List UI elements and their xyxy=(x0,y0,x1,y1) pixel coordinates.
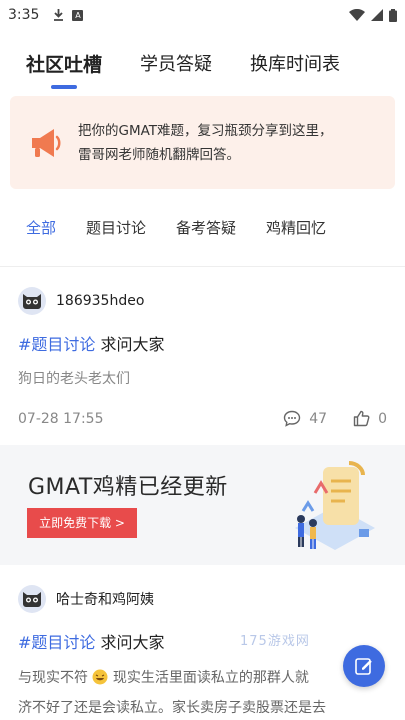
post-body-text: 现实生活里面读私立的那群人就 xyxy=(112,670,309,686)
edit-icon xyxy=(355,658,372,675)
battery-icon xyxy=(389,8,397,22)
post-title[interactable]: #题目讨论 求问大家 xyxy=(18,331,387,355)
comment-stat[interactable]: 47 xyxy=(283,410,327,427)
thumbs-up-icon xyxy=(353,410,370,427)
post-tag[interactable]: #题目讨论 xyxy=(18,633,95,652)
wifi-icon xyxy=(349,9,365,21)
post-title[interactable]: #题目讨论 求问大家 xyxy=(18,629,387,653)
free-download-button[interactable]: 立即免费下载 > xyxy=(27,508,137,538)
tab-schedule[interactable]: 换库时间表 xyxy=(250,50,340,76)
status-bar: 3:35 A xyxy=(0,0,405,30)
status-time: 3:35 xyxy=(8,7,40,23)
post-body: 与现实不符 现实生活里面读私立的那群人就 济不好了还是会读私立。家长卖房子卖股票… xyxy=(18,663,387,720)
notification-a-icon: A xyxy=(72,9,84,21)
notice-line-2: 雷哥网老师随机翻牌回答。 xyxy=(78,146,240,163)
compose-post-button[interactable] xyxy=(343,645,385,687)
tab-label: 社区吐槽 xyxy=(26,54,103,76)
post-header: 186935hdeo xyxy=(18,287,387,315)
laughing-emoji-icon xyxy=(92,669,108,685)
notice-banner: 把你的GMAT难题，复习瓶颈分享到这里， 雷哥网老师随机翻牌回答。 xyxy=(10,96,395,189)
active-tab-indicator xyxy=(51,85,77,89)
banner-title: GMAT鸡精已经更新 xyxy=(28,475,228,500)
avatar[interactable] xyxy=(18,585,46,613)
username[interactable]: 186935hdeo xyxy=(56,293,144,309)
post-card[interactable]: 哈士奇和鸡阿姨 #题目讨论 求问大家 与现实不符 现实生活里面读私立的那群人就 … xyxy=(0,565,405,720)
post-date: 07-28 17:55 xyxy=(18,410,104,427)
tab-label: 学员答疑 xyxy=(140,54,213,75)
notice-text: 把你的GMAT难题，复习瓶颈分享到这里， 雷哥网老师随机翻牌回答。 xyxy=(78,119,333,167)
comment-count: 47 xyxy=(309,410,328,427)
tab-label: 换库时间表 xyxy=(250,54,341,75)
post-title-text: 求问大家 xyxy=(100,335,165,354)
post-body-text: 与现实不符 xyxy=(18,670,88,686)
tab-community[interactable]: 社区吐槽 xyxy=(26,50,103,89)
post-body-line-1: 与现实不符 现实生活里面读私立的那群人就 xyxy=(18,663,387,693)
like-stat[interactable]: 0 xyxy=(353,410,387,427)
promo-banner[interactable]: GMAT鸡精已经更新 立即免费下载 > xyxy=(0,445,405,565)
cat-avatar-icon xyxy=(23,592,41,607)
like-count: 0 xyxy=(378,410,387,427)
signal-icon xyxy=(371,9,383,21)
category-tab-question-discussion[interactable]: 题目讨论 xyxy=(86,217,146,238)
post-body: 狗日的老头老太们 xyxy=(18,371,130,387)
post-card[interactable]: 186935hdeo #题目讨论 求问大家 狗日的老头老太们 07-28 17:… xyxy=(0,267,405,427)
category-tab-prep-qa[interactable]: 备考答疑 xyxy=(176,217,236,238)
top-tabs: 社区吐槽 学员答疑 换库时间表 xyxy=(0,30,405,96)
post-title-text: 求问大家 xyxy=(100,633,165,652)
watermark: 175游戏网 xyxy=(240,634,310,649)
download-icon xyxy=(54,9,64,21)
banner-illustration xyxy=(295,461,375,550)
username[interactable]: 哈士奇和鸡阿姨 xyxy=(56,589,154,609)
category-tab-all[interactable]: 全部 xyxy=(26,217,56,238)
cat-avatar-icon xyxy=(23,294,41,309)
comment-icon xyxy=(284,410,301,427)
post-body-line-2: 济不好了还是会读私立。家长卖房子卖股票还是去 xyxy=(18,700,326,716)
category-tab-jijing-recall[interactable]: 鸡精回忆 xyxy=(266,217,326,238)
post-tag[interactable]: #题目讨论 xyxy=(18,335,95,354)
post-footer: 07-28 17:55 47 0 xyxy=(18,410,387,427)
tab-student-qa[interactable]: 学员答疑 xyxy=(140,50,212,76)
post-header: 哈士奇和鸡阿姨 xyxy=(18,585,387,613)
category-tabs: 全部 题目讨论 备考答疑 鸡精回忆 xyxy=(0,189,405,267)
notice-line-1: 把你的GMAT难题，复习瓶颈分享到这里， xyxy=(78,122,333,139)
avatar[interactable] xyxy=(18,287,46,315)
megaphone-icon xyxy=(32,128,61,157)
